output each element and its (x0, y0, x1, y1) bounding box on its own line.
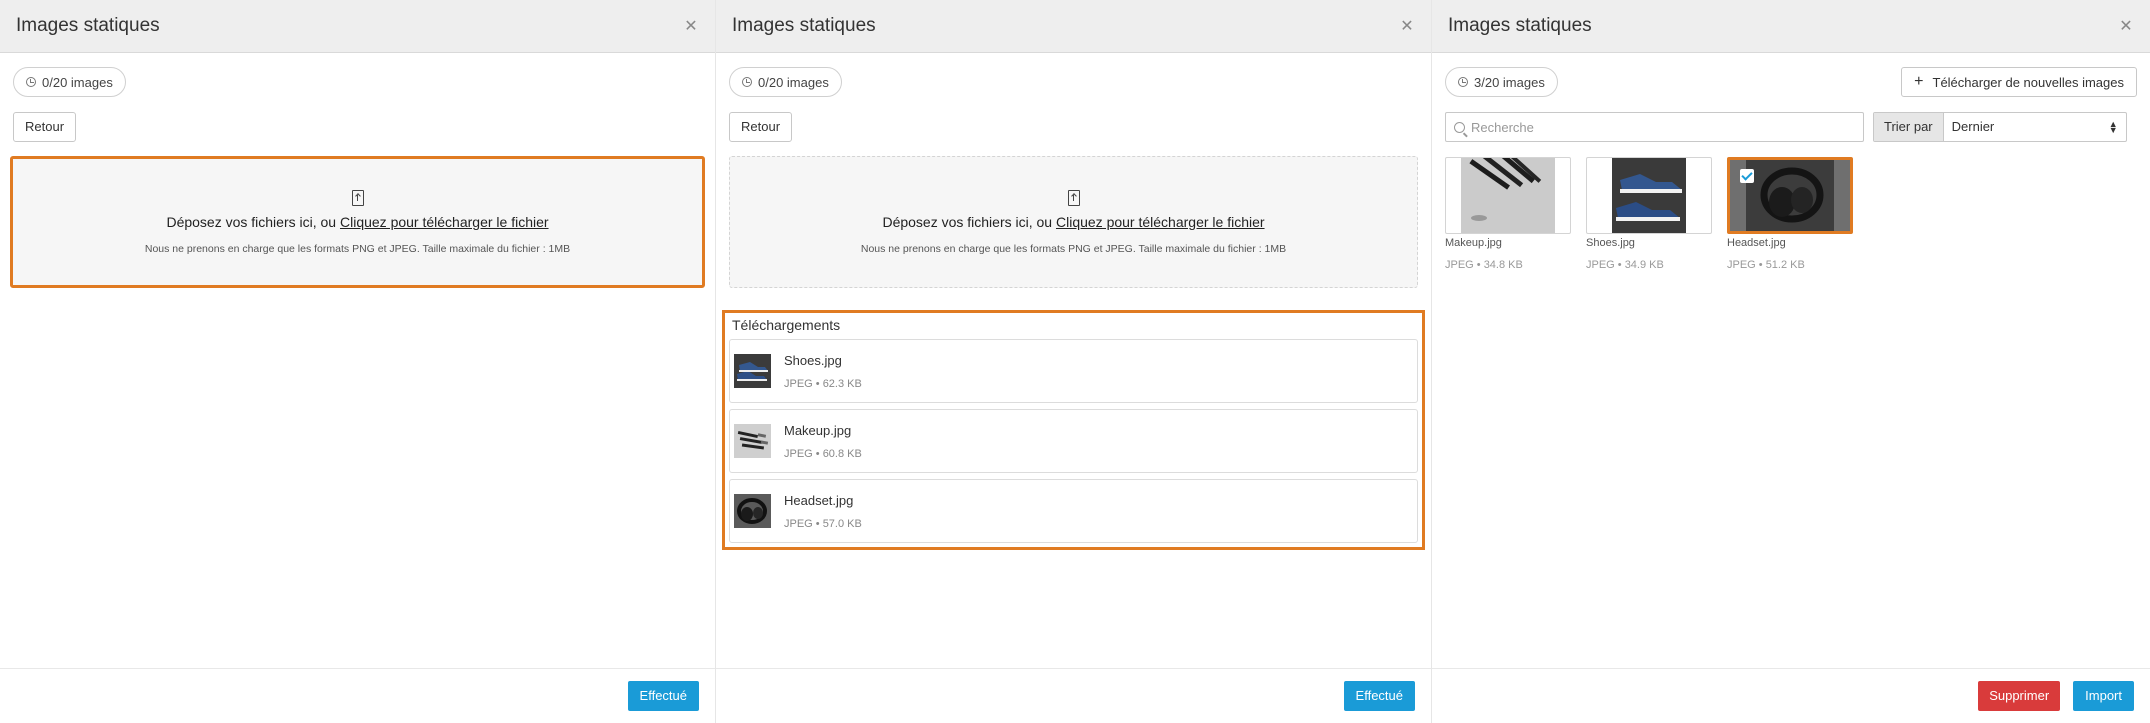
upload-item-info: JPEG • 60.8 KB (784, 447, 862, 460)
upload-item-name: Headset.jpg (784, 492, 854, 508)
close-icon[interactable]: ✕ (1397, 16, 1417, 36)
image-card-name: Makeup.jpg (1445, 237, 1502, 249)
panel-footer: Effectué (716, 668, 1431, 723)
image-count-badge: 0/20 images (13, 67, 126, 97)
makeup-image (1461, 158, 1555, 233)
upload-item: Makeup.jpg JPEG • 60.8 KB (729, 409, 1418, 473)
upload-item-name: Makeup.jpg (784, 422, 852, 438)
sort-caret-icon: ▲ ▼ (2108, 119, 2118, 135)
back-button[interactable]: Retour (13, 112, 77, 142)
panel-header: Images statiques ✕ (0, 0, 715, 53)
image-grid: Makeup.jpg JPEG • 34.8 KB Shoes.jpg JPEG… (1445, 157, 2137, 271)
file-upload-icon (1067, 189, 1080, 206)
uploads-title: Téléchargements (732, 317, 841, 333)
search-input[interactable] (1471, 119, 1851, 135)
upload-file-link[interactable]: Cliquez pour télécharger le fichier (1056, 214, 1265, 230)
image-count-badge: 3/20 images (1445, 67, 1558, 97)
image-card-name: Shoes.jpg (1586, 237, 1635, 249)
image-card-name: Headset.jpg (1727, 237, 1786, 249)
upload-new-images-label: Télécharger de nouvelles images (1932, 74, 2125, 90)
drop-instruction: Déposez vos fichiers ici, ou (882, 213, 1056, 230)
drop-text: Déposez vos fichiers ici, ou Cliquez pou… (166, 214, 548, 230)
image-card-info: JPEG • 34.9 KB (1586, 259, 1664, 271)
panel-title: Images statiques (16, 15, 160, 36)
upload-item: Headset.jpg JPEG • 57.0 KB (729, 479, 1418, 543)
format-note: Nous ne prenons en charge que les format… (860, 242, 1287, 255)
panel-header: Images statiques ✕ (1432, 0, 2150, 53)
upload-new-images-button[interactable]: + Télécharger de nouvelles images (1901, 67, 2137, 97)
makeup-thumbnail (734, 424, 771, 458)
plus-icon: + (1914, 73, 1924, 90)
upload-item-info: JPEG • 62.3 KB (784, 377, 862, 390)
clock-icon (742, 77, 752, 87)
panel-footer: Effectué (0, 668, 715, 723)
upload-item-name: Shoes.jpg (784, 352, 842, 368)
panel-uploading: Images statiques ✕ 0/20 images Retour Dé… (716, 0, 1432, 723)
image-card-info: JPEG • 51.2 KB (1727, 259, 1805, 271)
image-count-text: 0/20 images (42, 74, 113, 90)
search-icon (1454, 121, 1465, 133)
image-card-frame[interactable] (1586, 157, 1712, 234)
clock-icon (26, 77, 36, 87)
done-button[interactable]: Effectué (1343, 681, 1415, 711)
panel-library: Images statiques ✕ 3/20 images + Télécha… (1432, 0, 2150, 723)
upload-item-info: JPEG • 57.0 KB (784, 517, 862, 530)
panel-title: Images statiques (1448, 15, 1592, 36)
panel-empty: Images statiques ✕ 0/20 images Retour Dé… (0, 0, 716, 723)
back-button[interactable]: Retour (729, 112, 793, 142)
done-button[interactable]: Effectué (627, 681, 699, 711)
panel-footer: Supprimer Import (1432, 668, 2150, 723)
sort-value: Dernier (1951, 119, 1995, 134)
image-card[interactable]: Shoes.jpg JPEG • 34.9 KB (1586, 157, 1712, 271)
headset-thumbnail (734, 494, 771, 528)
clock-icon (1458, 77, 1468, 87)
image-count-text: 3/20 images (1474, 74, 1545, 90)
file-dropzone[interactable]: Déposez vos fichiers ici, ou Cliquez pou… (10, 156, 705, 288)
upload-file-link[interactable]: Cliquez pour télécharger le fichier (340, 214, 549, 230)
image-count-text: 0/20 images (758, 74, 829, 90)
image-card-frame[interactable] (1445, 157, 1571, 234)
delete-button[interactable]: Supprimer (1978, 681, 2061, 711)
search-box[interactable] (1445, 112, 1864, 142)
uploads-section: Téléchargements Shoes.jpg JPEG • 62.3 KB (722, 310, 1425, 550)
panel-title: Images statiques (732, 15, 876, 36)
image-card-selected[interactable]: Headset.jpg JPEG • 51.2 KB (1727, 157, 1853, 271)
shoes-image (1612, 158, 1686, 233)
close-icon[interactable]: ✕ (2116, 16, 2136, 36)
sort-control[interactable]: Trier par Dernier ▲ ▼ (1873, 112, 2127, 142)
drop-instruction: Déposez vos fichiers ici, ou (166, 213, 340, 230)
image-card[interactable]: Makeup.jpg JPEG • 34.8 KB (1445, 157, 1571, 271)
file-upload-icon (351, 189, 364, 206)
file-dropzone[interactable]: Déposez vos fichiers ici, ou Cliquez pou… (729, 156, 1418, 288)
panel-header: Images statiques ✕ (716, 0, 1431, 53)
import-button[interactable]: Import (2073, 681, 2134, 711)
checkbox-checked-icon[interactable] (1740, 169, 1754, 183)
sort-select[interactable]: Dernier ▲ ▼ (1944, 113, 2126, 141)
shoes-thumbnail (734, 354, 771, 388)
upload-item: Shoes.jpg JPEG • 62.3 KB (729, 339, 1418, 403)
format-note: Nous ne prenons en charge que les format… (144, 242, 571, 255)
image-count-badge: 0/20 images (729, 67, 842, 97)
image-card-frame[interactable] (1727, 157, 1853, 234)
close-icon[interactable]: ✕ (681, 16, 701, 36)
drop-text: Déposez vos fichiers ici, ou Cliquez pou… (882, 214, 1264, 230)
image-card-info: JPEG • 34.8 KB (1445, 259, 1523, 271)
sort-label: Trier par (1874, 113, 1944, 141)
